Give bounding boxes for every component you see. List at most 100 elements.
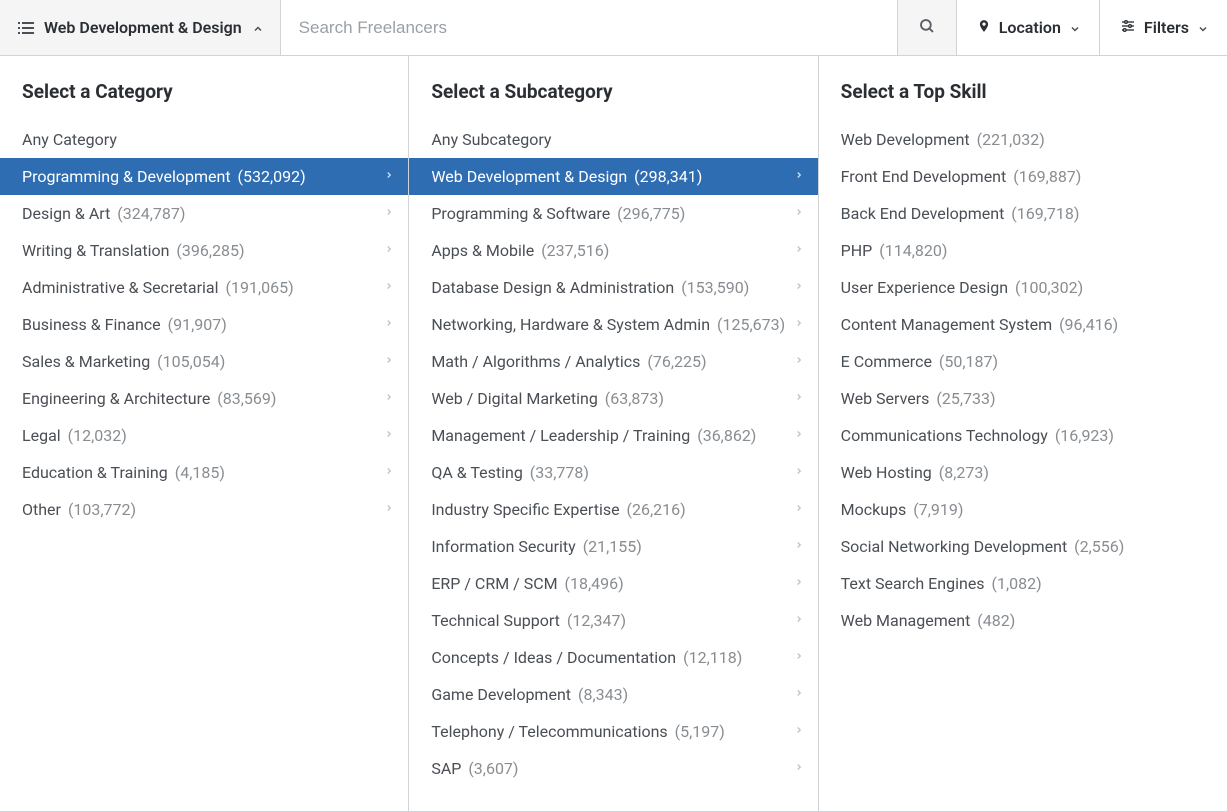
subcategory-item-count: (18,496) <box>565 574 624 593</box>
skill-item[interactable]: Web Servers (25,733) <box>819 380 1227 417</box>
list-icon <box>18 21 34 35</box>
skill-item[interactable]: Mockups (7,919) <box>819 491 1227 528</box>
subcategory-item-label: Programming & Software <box>431 204 614 223</box>
subcategory-item[interactable]: Information Security (21,155) <box>409 528 817 565</box>
category-item[interactable]: Design & Art (324,787) <box>0 195 408 232</box>
subcategory-item-count: (3,607) <box>468 759 518 778</box>
subcategory-item-count: (12,347) <box>567 611 626 630</box>
chevron-right-icon <box>794 314 804 336</box>
skill-item-label: Web Development <box>841 130 974 149</box>
filters-label: Filters <box>1144 18 1189 37</box>
skill-item-count: (100,302) <box>1015 278 1083 297</box>
chevron-right-icon <box>794 684 804 706</box>
subcategory-item-label: Industry Specific Expertise <box>431 500 623 519</box>
skill-item-label: Web Hosting <box>841 463 936 482</box>
skill-item-count: (114,820) <box>879 241 947 260</box>
search-input[interactable] <box>281 0 897 55</box>
category-item[interactable]: Legal (12,032) <box>0 417 408 454</box>
category-item[interactable]: Business & Finance (91,907) <box>0 306 408 343</box>
skill-item[interactable]: Web Hosting (8,273) <box>819 454 1227 491</box>
chevron-right-icon <box>794 388 804 410</box>
skill-item-label: Front End Development <box>841 167 1011 186</box>
category-item-count: (324,787) <box>117 204 185 223</box>
skill-item-label: Back End Development <box>841 204 1009 223</box>
search-button[interactable] <box>897 0 957 55</box>
subcategory-item-count: (5,197) <box>675 722 725 741</box>
subcategory-item[interactable]: Web / Digital Marketing (63,873) <box>409 380 817 417</box>
skill-item[interactable]: Content Management System (96,416) <box>819 306 1227 343</box>
chevron-right-icon <box>794 647 804 669</box>
category-item[interactable]: Administrative & Secretarial (191,065) <box>0 269 408 306</box>
subcategory-item-count: (298,341) <box>634 167 702 186</box>
subcategory-item[interactable]: Technical Support (12,347) <box>409 602 817 639</box>
subcategory-column: Select a Subcategory Any Subcategory Web… <box>409 56 818 811</box>
category-item[interactable]: Education & Training (4,185) <box>0 454 408 491</box>
category-item-label: Education & Training <box>22 463 172 482</box>
subcategory-item[interactable]: Programming & Software (296,775) <box>409 195 817 232</box>
category-item[interactable]: Other (103,772) <box>0 491 408 528</box>
subcategory-item[interactable]: QA & Testing (33,778) <box>409 454 817 491</box>
category-item[interactable]: Sales & Marketing (105,054) <box>0 343 408 380</box>
search-icon <box>918 17 936 39</box>
category-item-label: Design & Art <box>22 204 114 223</box>
subcategory-item[interactable]: ERP / CRM / SCM (18,496) <box>409 565 817 602</box>
subcategory-item[interactable]: Industry Specific Expertise (26,216) <box>409 491 817 528</box>
skill-item[interactable]: Back End Development (169,718) <box>819 195 1227 232</box>
chevron-right-icon <box>794 721 804 743</box>
subcategory-any[interactable]: Any Subcategory <box>409 121 817 158</box>
filters-button[interactable]: Filters <box>1100 0 1227 55</box>
chevron-right-icon <box>384 240 394 262</box>
category-item-label: Engineering & Architecture <box>22 389 214 408</box>
skill-item[interactable]: User Experience Design (100,302) <box>819 269 1227 306</box>
skill-column-title: Select a Top Skill <box>841 80 1227 103</box>
subcategory-item-count: (237,516) <box>541 241 609 260</box>
subcategory-item-count: (36,862) <box>697 426 756 445</box>
location-button[interactable]: Location <box>957 0 1100 55</box>
skill-item-label: Web Management <box>841 611 975 630</box>
chevron-right-icon <box>794 240 804 262</box>
subcategory-item-label: Concepts / Ideas / Documentation <box>431 648 680 667</box>
subcategory-item-count: (76,225) <box>647 352 706 371</box>
skill-item-label: User Experience Design <box>841 278 1012 297</box>
skill-item[interactable]: Front End Development (169,887) <box>819 158 1227 195</box>
category-dropdown-toggle[interactable]: Web Development & Design <box>0 0 281 55</box>
subcategory-item[interactable]: Management / Leadership / Training (36,8… <box>409 417 817 454</box>
subcategory-item[interactable]: Math / Algorithms / Analytics (76,225) <box>409 343 817 380</box>
skill-item[interactable]: Social Networking Development (2,556) <box>819 528 1227 565</box>
category-item-count: (83,569) <box>217 389 276 408</box>
subcategory-item[interactable]: Telephony / Telecommunications (5,197) <box>409 713 817 750</box>
subcategory-item-label: Telephony / Telecommunications <box>431 722 671 741</box>
category-panel: Select a Category Any Category Programmi… <box>0 56 1227 812</box>
skill-item[interactable]: Web Development (221,032) <box>819 121 1227 158</box>
subcategory-item-label: Management / Leadership / Training <box>431 426 694 445</box>
skill-item-count: (25,733) <box>936 389 995 408</box>
category-item[interactable]: Programming & Development (532,092) <box>0 158 408 195</box>
subcategory-item-count: (26,216) <box>627 500 686 519</box>
chevron-right-icon <box>384 425 394 447</box>
skill-item[interactable]: PHP (114,820) <box>819 232 1227 269</box>
subcategory-item-label: Networking, Hardware & System Admin <box>431 315 714 334</box>
skill-item-label: Communications Technology <box>841 426 1052 445</box>
subcategory-item-label: QA & Testing <box>431 463 526 482</box>
subcategory-item-count: (296,775) <box>617 204 685 223</box>
skill-item[interactable]: Web Management (482) <box>819 602 1227 639</box>
chevron-down-icon <box>1197 23 1207 33</box>
category-item-label: Programming & Development <box>22 167 235 186</box>
category-any[interactable]: Any Category <box>0 121 408 158</box>
subcategory-item[interactable]: Database Design & Administration (153,59… <box>409 269 817 306</box>
category-column: Select a Category Any Category Programmi… <box>0 56 409 811</box>
subcategory-item-label: Technical Support <box>431 611 564 630</box>
subcategory-item[interactable]: Networking, Hardware & System Admin (125… <box>409 306 817 343</box>
subcategory-item[interactable]: Web Development & Design (298,341) <box>409 158 817 195</box>
skill-item[interactable]: Text Search Engines (1,082) <box>819 565 1227 602</box>
subcategory-item[interactable]: Game Development (8,343) <box>409 676 817 713</box>
subcategory-item[interactable]: Apps & Mobile (237,516) <box>409 232 817 269</box>
category-item[interactable]: Writing & Translation (396,285) <box>0 232 408 269</box>
category-item[interactable]: Engineering & Architecture (83,569) <box>0 380 408 417</box>
skill-item[interactable]: E Commerce (50,187) <box>819 343 1227 380</box>
skill-item[interactable]: Communications Technology (16,923) <box>819 417 1227 454</box>
chevron-right-icon <box>384 351 394 373</box>
subcategory-item-count: (125,673) <box>717 315 785 334</box>
subcategory-item[interactable]: SAP (3,607) <box>409 750 817 787</box>
subcategory-item[interactable]: Concepts / Ideas / Documentation (12,118… <box>409 639 817 676</box>
